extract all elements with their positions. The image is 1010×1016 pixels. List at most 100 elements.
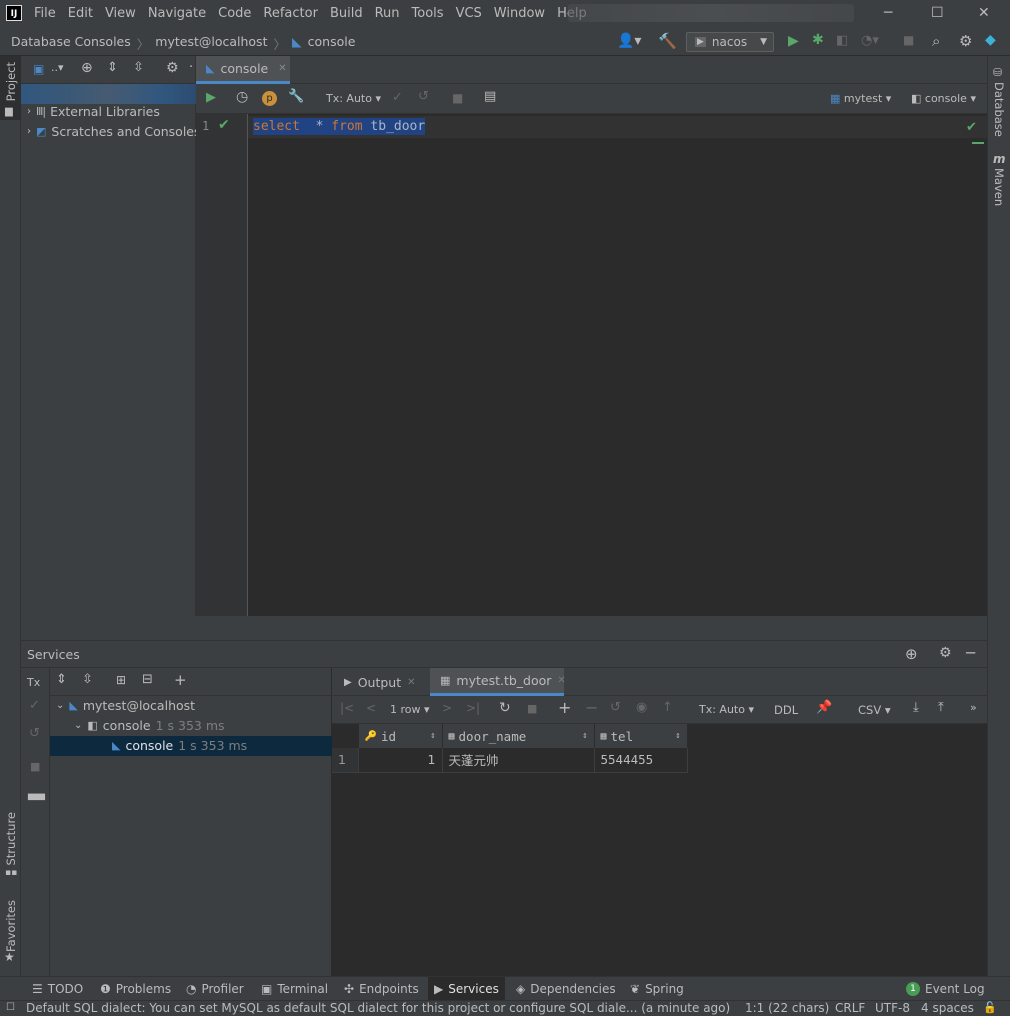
run-icon[interactable]: ▶	[788, 33, 799, 49]
tree-item-external-libraries[interactable]: › Ill| External Libraries	[27, 104, 160, 119]
preview-changes-icon[interactable]: ◉	[636, 700, 647, 715]
rollback-icon[interactable]: ↺	[29, 726, 40, 741]
tool-window-terminal[interactable]: ▣ Terminal	[255, 977, 334, 1001]
collapse-all-icon[interactable]: ⇳	[133, 60, 144, 75]
coverage-icon[interactable]: ◧	[836, 33, 848, 48]
line-separator[interactable]: CRLF	[835, 1001, 865, 1015]
inspection-ok-check-icon[interactable]: ✔	[966, 120, 977, 135]
tool-window-endpoints[interactable]: ✣ Endpoints	[338, 977, 425, 1001]
tree-node-session[interactable]: ⌄ ◧ console 1 s 353 ms	[74, 718, 225, 733]
group-by-icon[interactable]: ⊞	[116, 673, 126, 687]
sort-icon[interactable]: ⇕	[582, 731, 587, 741]
refresh-icon[interactable]: ↻	[499, 700, 511, 716]
favorites-tool-tab[interactable]: Favorites	[4, 900, 18, 952]
tool-window-spring[interactable]: ❦ Spring	[624, 977, 690, 1001]
execute-icon[interactable]: ▶	[206, 90, 216, 105]
commit-check-icon[interactable]: ✓	[392, 90, 403, 105]
sort-icon[interactable]: ⇕	[430, 731, 435, 741]
parameters-p-icon[interactable]: p	[262, 91, 277, 106]
stop-icon[interactable]: ■	[903, 33, 914, 47]
stop-icon[interactable]: ■	[30, 760, 40, 773]
first-page-icon[interactable]: |<	[340, 701, 354, 715]
session-select[interactable]: ◧ console ▾	[911, 92, 976, 105]
profile-icon[interactable]: ◔▾	[861, 33, 879, 48]
history-clock-icon[interactable]: ◷	[236, 89, 248, 105]
close-tab-icon[interactable]: ✕	[557, 675, 565, 686]
file-encoding[interactable]: UTF-8	[875, 1001, 910, 1015]
more-actions-icon[interactable]: »	[970, 701, 977, 714]
close-tab-icon[interactable]: ✕	[278, 63, 286, 74]
project-view-icon[interactable]: ▣	[33, 62, 44, 76]
row-count-select[interactable]: 1 row ▾	[390, 703, 430, 716]
results-view-icon[interactable]: ▤	[484, 89, 496, 104]
indent-setting[interactable]: 4 spaces	[921, 1001, 974, 1015]
menu-view[interactable]: View	[105, 6, 136, 21]
menu-build[interactable]: Build	[330, 6, 363, 21]
tool-window-todo[interactable]: ☰ TODO	[26, 977, 89, 1001]
schema-select[interactable]: ▦ mytest ▾	[830, 92, 891, 105]
status-toggle-icon[interactable]: ☐	[6, 1002, 15, 1013]
project-tool-tab[interactable]: Project	[4, 62, 18, 101]
menu-run[interactable]: Run	[375, 6, 400, 21]
toolbox-icon[interactable]: ◆	[985, 32, 996, 48]
settings-gear-icon[interactable]: ⚙	[939, 645, 952, 661]
column-header-id[interactable]: 🔑 id ⇕	[358, 724, 443, 748]
lock-icon[interactable]: 🔓	[983, 1001, 997, 1014]
tool-window-event-log[interactable]: 1 Event Log	[900, 977, 991, 1001]
sort-icon[interactable]: ⇕	[675, 731, 680, 741]
rollback-icon[interactable]: ↺	[418, 89, 429, 104]
cell-id[interactable]: 1	[358, 748, 443, 773]
locate-crosshair-icon[interactable]: ⊕	[81, 60, 93, 76]
expand-all-icon[interactable]: ⇕	[56, 672, 67, 687]
submit-icon[interactable]: ↑	[662, 700, 673, 715]
export-format-select[interactable]: CSV ▾	[858, 703, 891, 717]
settings-gear-icon[interactable]: ⚙	[959, 32, 972, 50]
settings-gear-icon[interactable]: ⚙	[166, 60, 179, 76]
stop-icon[interactable]: ■	[527, 702, 537, 715]
maven-tool-tab[interactable]: Maven	[992, 168, 1006, 206]
layout-icon[interactable]: ▀▀	[28, 794, 45, 807]
column-header-door-name[interactable]: ▦ door_name ⇕	[442, 724, 595, 748]
tool-window-profiler[interactable]: ◔ Profiler	[180, 977, 250, 1001]
column-header-tel[interactable]: ▦ tel ⇕	[594, 724, 688, 748]
database-tool-tab[interactable]: Database	[992, 82, 1006, 137]
stop-icon[interactable]: ■	[452, 91, 463, 105]
wrench-settings-icon[interactable]: 🔧	[288, 89, 304, 104]
menu-file[interactable]: File	[34, 6, 56, 21]
ddl-button[interactable]: DDL	[774, 703, 798, 717]
tx-mode-select[interactable]: Tx: Auto ▾	[699, 703, 754, 716]
cell-tel[interactable]: 5544455	[594, 748, 688, 773]
menu-vcs[interactable]: VCS	[456, 6, 482, 21]
tool-window-problems[interactable]: ❶ Problems	[94, 977, 177, 1001]
maximize-icon[interactable]: ☐	[931, 5, 944, 21]
breadcrumb-console[interactable]: console	[308, 34, 356, 53]
project-root-item-blurred[interactable]	[21, 84, 196, 104]
view-mode-chevron-icon[interactable]: ..▾	[51, 61, 64, 74]
hide-panel-icon[interactable]: ─	[966, 644, 975, 662]
sql-editor[interactable]: 1 ✔ select * from tb_door ✔	[196, 114, 987, 616]
download-icon[interactable]: ⤓	[913, 700, 919, 715]
tree-item-scratches[interactable]: › ◩ Scratches and Consoles	[27, 124, 201, 139]
expand-all-icon[interactable]: ⇕	[107, 60, 118, 75]
table-row[interactable]: 1 1 天蓬元帅 5544455	[332, 748, 688, 773]
build-hammer-icon[interactable]: 🔨	[658, 32, 677, 50]
caret-position[interactable]: 1:1 (22 chars)	[745, 1001, 829, 1015]
structure-tool-tab[interactable]: Structure	[4, 812, 18, 866]
sql-code-line[interactable]: select * from tb_door	[253, 118, 426, 135]
tx-icon[interactable]: Tx	[27, 676, 40, 689]
run-configuration-select[interactable]: ▶ nacos ▼	[686, 32, 774, 52]
user-icon[interactable]: 👤▾	[617, 33, 641, 49]
revert-icon[interactable]: ↺	[610, 700, 621, 715]
menu-navigate[interactable]: Navigate	[148, 6, 206, 21]
debug-icon[interactable]: ✱	[812, 32, 824, 48]
pin-icon[interactable]: 📌	[816, 700, 832, 715]
tree-node-console[interactable]: ◣ console 1 s 353 ms	[112, 738, 247, 753]
commit-check-icon[interactable]: ✓	[29, 698, 40, 713]
collapse-all-icon[interactable]: ⇳	[82, 672, 93, 687]
add-service-icon[interactable]: +	[174, 671, 187, 689]
last-page-icon[interactable]: >|	[466, 701, 480, 715]
minimize-icon[interactable]: ─	[884, 5, 892, 21]
filter-icon[interactable]: ⊟	[142, 672, 153, 687]
tab-result-table[interactable]: ▦ mytest.tb_door ✕	[430, 668, 566, 696]
tab-output[interactable]: ▶ Output ✕	[344, 668, 416, 696]
